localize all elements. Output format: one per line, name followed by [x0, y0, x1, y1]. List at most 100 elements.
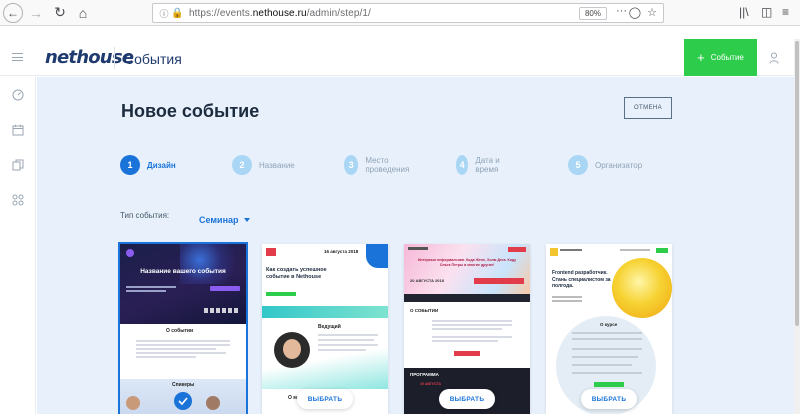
chevron-down-icon[interactable]: [244, 218, 250, 222]
card-social-icons: [204, 308, 240, 313]
cancel-button[interactable]: ОТМЕНА: [624, 97, 672, 119]
card-cta: [454, 351, 480, 356]
url-text[interactable]: https://events.nethouse.ru/admin/step/1/: [189, 8, 371, 19]
card-text-line: [432, 320, 512, 322]
card-logo: [408, 247, 428, 250]
step-title[interactable]: 2 Название: [232, 154, 295, 176]
choose-template-button[interactable]: ВЫБРАТЬ: [297, 389, 353, 409]
calendar-icon[interactable]: [12, 124, 24, 136]
card-title: Frontend разработчик. Стань специалистом…: [552, 270, 611, 289]
card-cta: [656, 248, 668, 253]
template-card-2[interactable]: 16 августа 2018 Как создать успешное соб…: [262, 244, 388, 414]
page-actions-icon[interactable]: ···: [616, 5, 627, 17]
card-text-line: [572, 372, 642, 374]
reload-icon[interactable]: ↻: [49, 2, 71, 24]
card-text-line: [318, 349, 366, 351]
card-program-title: ПРОГРАММА: [410, 372, 439, 377]
leader-face: [283, 339, 301, 359]
card-about-title: О СОБЫТИИ: [410, 308, 439, 313]
card-text-line: [136, 352, 226, 354]
card-text-line: [136, 356, 196, 358]
card-text-line: [136, 348, 216, 350]
bulb-illustration: [612, 258, 672, 318]
browser-toolbar: ← → ↻ ⌂ ⓘ 🔒 https://events.nethouse.ru/a…: [0, 0, 800, 26]
card-text-line: [318, 339, 374, 341]
apps-grid-icon[interactable]: [12, 194, 24, 206]
step-label: Название: [259, 160, 295, 170]
sidebar-toggle-icon[interactable]: ◫: [761, 5, 772, 19]
user-icon[interactable]: [769, 52, 779, 64]
template-card-3[interactable]: Интервью неформальная. Кода Жене, Холм Д…: [404, 244, 530, 414]
step-design[interactable]: 1 Дизайн: [120, 154, 176, 176]
card-leader-title: Ведущий: [318, 324, 341, 330]
step-datetime[interactable]: 4 Дата и время: [456, 154, 506, 176]
card-nav-strip: [262, 306, 388, 318]
template-card-1[interactable]: Название вашего события О событии Спикер…: [118, 242, 248, 414]
home-icon[interactable]: ⌂: [72, 2, 94, 24]
card-text-line: [318, 344, 378, 346]
card-text-line: [432, 336, 512, 338]
dashboard-gauge-icon[interactable]: [12, 89, 24, 101]
choose-template-button[interactable]: ВЫБРАТЬ: [439, 389, 495, 409]
card-register: [474, 278, 524, 284]
step-organizer[interactable]: 5 Организатор: [568, 154, 642, 176]
card-banner: Интервью неформальная. Кода Жене, Холм Д…: [417, 258, 517, 267]
card-text-line: [572, 356, 638, 358]
page-title: Новое событие: [121, 101, 260, 121]
step-number: 4: [456, 155, 469, 175]
card-text-line: [552, 296, 582, 298]
page-scrollbar[interactable]: [794, 39, 800, 414]
zoom-level[interactable]: 80%: [578, 7, 607, 20]
card-about-title: О курсе: [600, 322, 618, 327]
card-text-line: [126, 290, 166, 292]
card-text-line: [572, 348, 642, 350]
step-label: Дата и время: [475, 156, 500, 174]
card-cta: [266, 292, 296, 296]
lock-icon[interactable]: 🔒: [171, 8, 183, 19]
step-number: 2: [232, 155, 252, 175]
step-venue[interactable]: 3 Место проведения: [344, 154, 415, 176]
card-text-line: [552, 300, 582, 302]
sidebar: [0, 77, 36, 414]
url-bar[interactable]: ⓘ 🔒 https://events.nethouse.ru/admin/ste…: [152, 3, 664, 23]
card-text-line: [560, 249, 582, 251]
template-card-4[interactable]: Frontend разработчик. Стань специалистом…: [546, 244, 672, 414]
header-divider: [114, 47, 115, 69]
card-text-line: [432, 340, 498, 342]
speaker-avatar: [126, 396, 140, 410]
app-header: nethouse События + Событие: [0, 39, 800, 76]
nethouse-logo[interactable]: nethouse: [45, 47, 134, 68]
event-type-select[interactable]: Семинар: [199, 215, 239, 225]
card-date: 20 АВГУСТА 2018: [410, 278, 444, 283]
info-icon[interactable]: ⓘ: [157, 7, 171, 20]
hamburger-menu-icon[interactable]: [12, 53, 23, 61]
scrollbar-thumb[interactable]: [795, 41, 799, 326]
step-number: 3: [344, 155, 359, 175]
card-cta: [508, 247, 526, 252]
add-event-label: Событие: [710, 53, 744, 62]
card-cta: [594, 382, 624, 387]
card-text-line: [136, 340, 230, 342]
menu-icon[interactable]: ≡: [782, 5, 789, 19]
card-text-line: [136, 344, 230, 346]
choose-template-button[interactable]: ВЫБРАТЬ: [581, 389, 637, 409]
event-type-label: Тип события:: [120, 211, 170, 220]
card-decor: [366, 244, 388, 268]
card-cta: [210, 286, 240, 291]
step-label: Организатор: [595, 160, 643, 170]
card-title: Как создать успешное событие в Nethouse: [266, 267, 327, 280]
step-number: 1: [120, 155, 140, 175]
card-logo: [126, 249, 134, 257]
card-logo: [266, 248, 276, 256]
library-icon[interactable]: ||\: [739, 5, 749, 19]
card-text-line: [318, 334, 378, 336]
bookmark-star-icon[interactable]: ☆: [647, 6, 657, 19]
back-arrow-icon[interactable]: ←: [3, 2, 23, 23]
step-number: 5: [568, 155, 588, 175]
plus-icon: +: [697, 50, 705, 65]
card-hero-glow: [180, 244, 246, 284]
pages-icon[interactable]: [12, 159, 24, 171]
forward-arrow-icon[interactable]: →: [25, 2, 47, 24]
pocket-icon[interactable]: ◯: [629, 6, 641, 19]
add-event-button[interactable]: + Событие: [684, 39, 757, 76]
